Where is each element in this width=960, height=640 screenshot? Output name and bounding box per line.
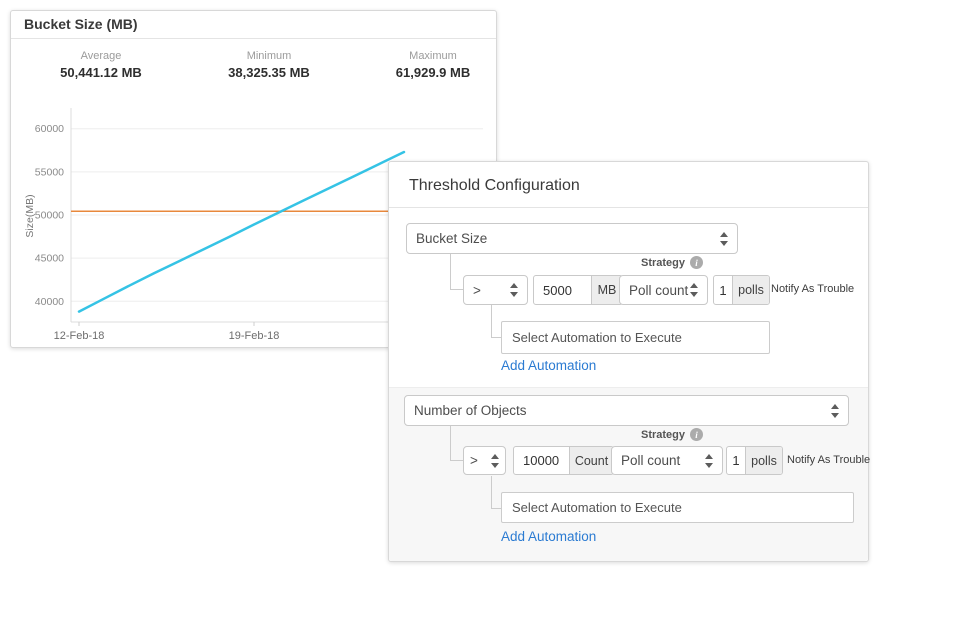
polls-suffix: polls (745, 447, 782, 474)
threshold-value-group: MB (533, 275, 623, 305)
poll-count-group: polls (726, 446, 783, 475)
page: Bucket Size (MB) Average 50,441.12 MB Mi… (0, 0, 960, 640)
threshold-configuration-panel: Threshold Configuration Bucket Size Stra… (388, 161, 869, 562)
y-tick-label: 60000 (35, 123, 64, 135)
unit-suffix: MB (591, 276, 622, 304)
y-tick-label: 55000 (35, 166, 64, 178)
tree-connector (450, 254, 464, 290)
poll-count-input[interactable] (714, 276, 732, 304)
notify-as-trouble-label: Notify As Trouble (771, 283, 854, 295)
threshold-value-input[interactable] (514, 447, 569, 474)
metric-select-value: Number of Objects (414, 403, 527, 418)
metric-select-bucket-size[interactable]: Bucket Size (406, 223, 738, 254)
operator-value: > (470, 453, 478, 468)
info-icon[interactable]: i (690, 428, 703, 441)
metric-select-number-of-objects[interactable]: Number of Objects (404, 395, 849, 426)
automation-select-input[interactable] (501, 321, 770, 354)
strategy-text: Strategy (641, 257, 685, 269)
automation-select-input[interactable] (501, 492, 854, 523)
select-stepper-icon (490, 454, 499, 468)
operator-select[interactable]: > (463, 446, 506, 475)
threshold-value-group: Count (513, 446, 614, 475)
strategy-label: Strategy i (641, 256, 703, 269)
poll-count-input[interactable] (727, 447, 745, 474)
select-stepper-icon (830, 404, 839, 418)
strategy-select-value: Poll count (621, 453, 680, 468)
x-tick-label: 19-Feb-18 (229, 330, 280, 342)
operator-value: > (473, 283, 481, 298)
y-tick-label: 40000 (35, 296, 64, 308)
notify-as-trouble-label: Notify As Trouble (787, 454, 870, 466)
y-axis-title: Size(MB) (24, 194, 36, 237)
unit-suffix: Count (569, 447, 613, 474)
add-automation-link[interactable]: Add Automation (501, 358, 596, 373)
metric-select-value: Bucket Size (416, 231, 487, 246)
strategy-select[interactable]: Poll count (611, 446, 723, 475)
select-stepper-icon (704, 454, 713, 468)
select-stepper-icon (719, 232, 728, 246)
polls-suffix: polls (732, 276, 769, 304)
threshold-value-input[interactable] (534, 276, 591, 304)
panel-title: Threshold Configuration (389, 162, 868, 208)
strategy-select-value: Poll count (629, 283, 688, 298)
strategy-select[interactable]: Poll count (619, 275, 708, 305)
y-tick-label: 45000 (35, 253, 64, 265)
operator-select[interactable]: > (463, 275, 528, 305)
poll-count-group: polls (713, 275, 770, 305)
series-line-bucket-size (79, 152, 404, 312)
add-automation-link[interactable]: Add Automation (501, 529, 596, 544)
strategy-label: Strategy i (641, 428, 703, 441)
strategy-text: Strategy (641, 429, 685, 441)
x-tick-label: 12-Feb-18 (54, 330, 105, 342)
select-stepper-icon (689, 283, 698, 297)
select-stepper-icon (509, 283, 518, 297)
info-icon[interactable]: i (690, 256, 703, 269)
tree-connector (450, 426, 464, 461)
y-tick-label: 50000 (35, 210, 64, 222)
